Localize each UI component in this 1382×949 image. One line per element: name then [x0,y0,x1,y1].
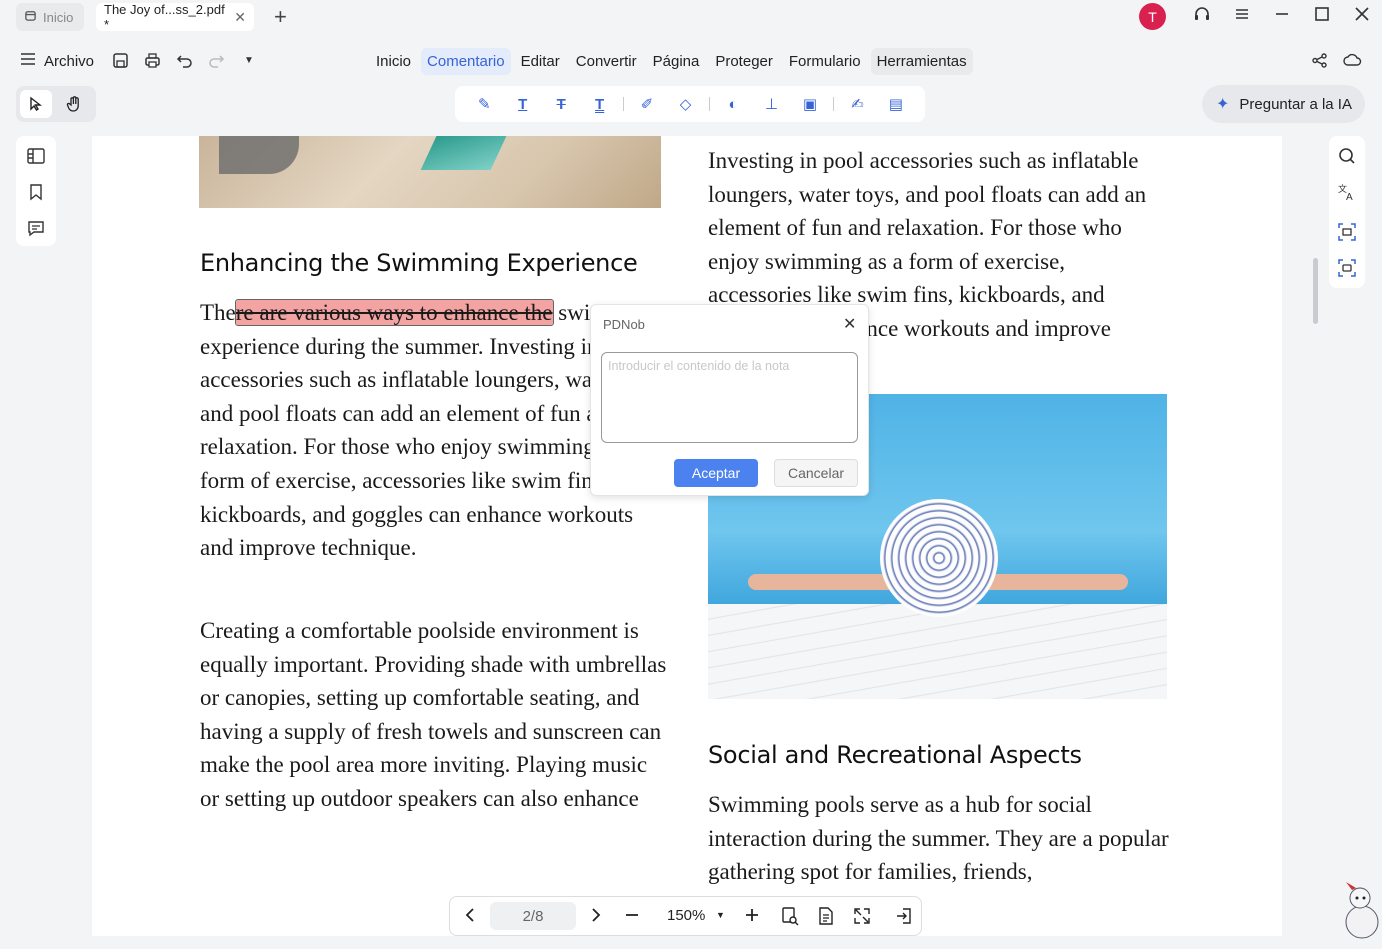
maximize-icon[interactable] [1310,5,1334,28]
strikethrough-icon[interactable]: T [542,90,580,118]
bookmark-icon[interactable] [26,182,46,207]
menu-proteger[interactable]: Proteger [709,48,779,75]
home-icon [24,9,37,25]
popup-title: PDNob [603,317,645,332]
archivo-menu[interactable]: Archivo [20,52,94,70]
pool-image-top [199,136,661,208]
ai-sparkle-icon: ✦ [1216,96,1230,113]
heading-right: Social and Recreational Aspects [708,741,1082,769]
page-view-icon[interactable] [816,906,836,931]
menu-herramientas[interactable]: Herramientas [870,48,973,75]
pencil-icon[interactable]: ✐ [628,90,666,118]
menu-formulario[interactable]: Formulario [783,48,867,75]
menu-pagina[interactable]: Página [647,48,706,75]
thumbnails-icon[interactable] [26,146,46,171]
highlighted-text[interactable]: re are various ways to enhance the [234,299,554,326]
text-icon[interactable]: T [503,90,541,118]
close-window-icon[interactable] [1350,5,1374,28]
ask-ai-button[interactable]: ✦ Preguntar a la IA [1202,85,1365,123]
menu-convertir[interactable]: Convertir [570,48,643,75]
chevron-down-icon[interactable]: ▼ [244,55,254,66]
note-icon[interactable]: ▤ [877,90,915,118]
menu-editar[interactable]: Editar [515,48,566,75]
menu-comentario[interactable]: Comentario [421,48,511,75]
ocr-icon[interactable] [1337,222,1357,247]
para1-start: The [200,300,236,325]
right-paragraph-2: Swimming pools serve as a hub for social… [708,792,1169,885]
cursor-tools [16,86,96,122]
comments-icon[interactable] [26,218,46,243]
exit-icon[interactable] [894,906,914,931]
archivo-label: Archivo [44,52,95,70]
note-popup: PDNob ✕ Aceptar Cancelar [590,304,869,496]
tab-home[interactable]: Inicio [16,3,84,31]
print-icon[interactable] [144,52,161,74]
add-tab-button[interactable]: + [274,4,287,30]
share-icon[interactable] [1311,52,1328,74]
close-icon[interactable]: ✕ [843,314,856,334]
tab-home-label: Inicio [43,9,74,25]
stamp-icon[interactable]: ⊥ [752,90,790,118]
support-icon[interactable] [1190,5,1214,30]
zoom-chevron-icon[interactable]: ▼ [716,910,725,920]
mascot-icon[interactable] [1340,880,1382,942]
textbox-icon[interactable]: ▣ [791,90,829,118]
svg-text:A: A [1346,192,1353,202]
main-menu: Inicio Comentario Editar Convertir Págin… [370,48,973,75]
select-tool-icon[interactable] [20,90,52,118]
undo-icon[interactable] [176,52,193,74]
tab-document-label: The Joy of...ss_2.pdf * [104,2,225,32]
underline-icon[interactable]: T [580,90,618,118]
zoom-out-icon[interactable] [624,906,640,929]
scrollbar[interactable] [1313,258,1318,324]
search-icon[interactable] [1337,146,1357,171]
next-page-icon[interactable] [588,906,604,929]
eraser-icon[interactable]: ◇ [666,90,704,118]
divider [622,97,624,111]
signature-icon[interactable]: ✍ [838,90,876,118]
left-sidebar [16,136,56,246]
note-input[interactable] [601,352,858,443]
minimize-icon[interactable] [1270,5,1294,28]
menu-bar: Archivo ▼ Inicio Comentario Editar Conve… [0,42,1382,82]
tab-document[interactable]: The Joy of...ss_2.pdf * ✕ [96,2,254,32]
fit-page-icon[interactable] [780,906,800,931]
save-icon[interactable] [112,52,129,74]
avatar[interactable]: T [1139,3,1166,30]
shape-icon[interactable]: ◐ [714,90,752,118]
heading-left: Enhancing the Swimming Experience [200,249,638,277]
page-number-field[interactable]: 2/8 [490,902,576,930]
redo-icon [208,52,225,74]
paragraph-2: Creating a comfortable poolside environm… [200,618,667,811]
divider [833,97,835,111]
menu-inicio[interactable]: Inicio [370,48,417,75]
zoom-level[interactable]: 150% [667,907,705,924]
menu-icon[interactable] [1230,5,1254,28]
accept-button[interactable]: Aceptar [674,459,758,487]
right-sidebar: 文A [1329,136,1365,288]
hamburger-icon [20,52,36,70]
document-page: Enhancing the Swimming Experience There … [92,136,1282,936]
ask-ai-label: Preguntar a la IA [1239,95,1352,113]
hand-tool-icon[interactable] [58,90,90,118]
title-bar: Inicio The Joy of...ss_2.pdf * ✕ + T [0,0,1382,34]
compare-icon[interactable] [1337,258,1357,283]
fullscreen-icon[interactable] [852,906,872,931]
cancel-button[interactable]: Cancelar [774,459,858,487]
page-navigation: 2/8 150% ▼ [449,896,922,936]
translate-icon[interactable]: 文A [1337,182,1357,207]
highlight-icon[interactable]: ✎ [465,90,503,118]
cloud-icon[interactable] [1343,52,1362,74]
divider [708,97,710,111]
close-icon[interactable]: ✕ [234,9,246,26]
annotation-toolbar: ✎ T T T ✐ ◇ ◐ ⊥ ▣ ✍ ▤ [455,86,925,122]
prev-page-icon[interactable] [462,906,478,929]
zoom-in-icon[interactable] [744,906,760,929]
